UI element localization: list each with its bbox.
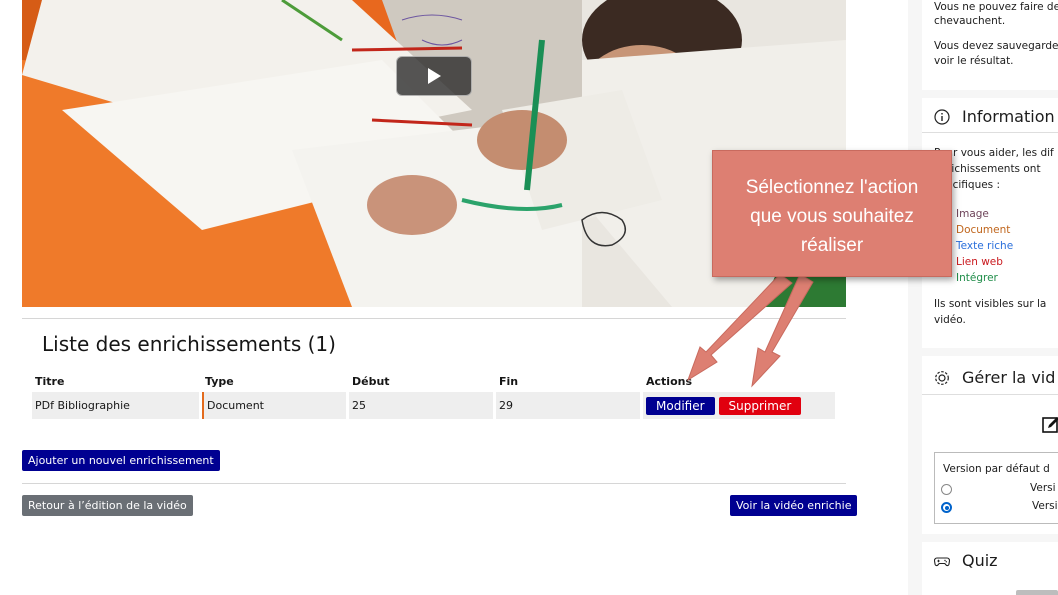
- add-enrichment-button[interactable]: Ajouter un nouvel enrichissement: [22, 450, 220, 471]
- divider: [22, 483, 846, 484]
- visible-text-line1: Ils sont visibles sur la: [934, 298, 1047, 310]
- sidebar: Vous ne pouvez faire des chevauchent. Vo…: [908, 0, 1058, 595]
- delete-button[interactable]: Supprimer: [718, 396, 802, 415]
- quiz-title: Quiz: [962, 551, 998, 570]
- information-title: Information: [962, 107, 1055, 126]
- column-header-start: Début: [352, 374, 390, 388]
- edit-icon[interactable]: [1042, 416, 1058, 434]
- cell-start: 25: [349, 392, 496, 419]
- visible-text-line2: vidéo.: [934, 314, 966, 326]
- version-option-1-label: Versi: [1030, 482, 1056, 494]
- cell-actions: Modifier Supprimer: [643, 392, 838, 419]
- enrichments-list-title: Liste des enrichissements (1): [42, 332, 336, 356]
- back-to-edit-button[interactable]: Retour à l’édition de la vidéo: [22, 495, 193, 516]
- warning-text-line1: Vous ne pouvez faire des: [934, 1, 1058, 13]
- type-image-label: Image: [956, 208, 989, 220]
- play-icon: [428, 68, 441, 84]
- divider: [22, 318, 846, 319]
- column-header-end: Fin: [499, 374, 519, 388]
- cell-type: Document: [202, 392, 349, 419]
- column-header-actions: Actions: [646, 374, 692, 388]
- version-label: Version par défaut d: [943, 463, 1050, 475]
- callout-text: Sélectionnez l'action que vous souhaitez…: [745, 177, 919, 256]
- table-row: PDf Bibliographie Document 25 29 Modifie…: [32, 392, 838, 419]
- edit-button[interactable]: Modifier: [646, 396, 715, 415]
- callout-annotation: Sélectionnez l'action que vous souhaitez…: [712, 150, 952, 277]
- type-embed-label: Intégrer: [956, 272, 998, 284]
- info-icon: [934, 109, 950, 125]
- view-enriched-video-button[interactable]: Voir la vidéo enrichie: [730, 495, 858, 516]
- divider: [922, 394, 1058, 395]
- play-button[interactable]: [396, 56, 472, 96]
- type-rich-text-label: Texte riche: [956, 240, 1014, 252]
- version-radio-2[interactable]: [941, 502, 952, 513]
- column-header-title: Titre: [35, 374, 65, 388]
- divider: [922, 132, 1058, 133]
- enrichments-table: Titre Type Début Fin Actions PDf Bibliog…: [32, 370, 838, 419]
- warning-text-line2: chevauchent.: [934, 15, 1006, 27]
- version-radio-1[interactable]: [941, 484, 952, 495]
- gamepad-icon: [934, 557, 950, 567]
- type-document-label: Document: [956, 224, 1011, 236]
- save-text-line1: Vous devez sauvegarder v: [934, 40, 1058, 52]
- cell-end: 29: [496, 392, 643, 419]
- table-header-row: Titre Type Début Fin Actions: [32, 370, 838, 392]
- quiz-button[interactable]: [1016, 590, 1058, 595]
- type-web-link-label: Lien web: [956, 256, 1003, 268]
- cell-title: PDf Bibliographie: [32, 392, 202, 419]
- gear-icon: [935, 371, 949, 385]
- column-header-type: Type: [205, 374, 234, 388]
- version-option-2-label: Versi: [1032, 500, 1058, 512]
- manage-video-title: Gérer la vid: [962, 368, 1056, 387]
- save-text-line2: voir le résultat.: [934, 55, 1014, 67]
